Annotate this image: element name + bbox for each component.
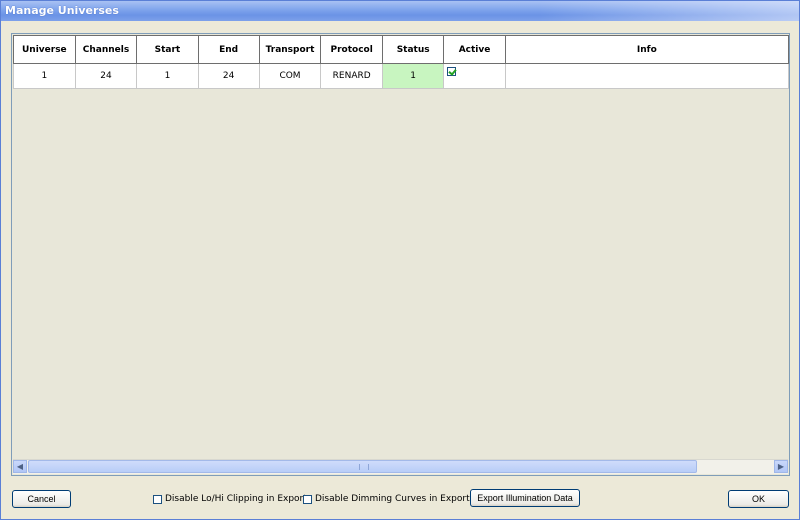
col-header-universe[interactable]: Universe — [13, 35, 76, 64]
title-bar[interactable]: Manage Universes — [1, 1, 799, 21]
title-bar-gradient — [539, 1, 799, 21]
cell-active[interactable] — [443, 63, 506, 89]
disable-dimming-label: Disable Dimming Curves in Export — [315, 494, 470, 504]
table-row[interactable]: 1 24 1 24 COM RENARD 1 — [13, 63, 790, 89]
cancel-button[interactable]: Cancel — [12, 490, 71, 508]
col-header-protocol[interactable]: Protocol — [320, 35, 383, 64]
col-header-transport[interactable]: Transport — [258, 35, 322, 64]
cell-end[interactable]: 24 — [197, 63, 260, 89]
col-header-status[interactable]: Status — [381, 35, 445, 64]
universes-table: Universe Channels Start End Transport Pr… — [13, 35, 790, 89]
universes-grid: Universe Channels Start End Transport Pr… — [11, 33, 790, 476]
export-illumination-button[interactable]: Export Illumination Data — [470, 489, 580, 507]
col-header-info[interactable]: Info — [504, 35, 790, 64]
manage-universes-dialog: Manage Universes Universe Channels Start… — [0, 0, 800, 520]
col-header-end[interactable]: End — [197, 35, 260, 64]
cell-start[interactable]: 1 — [136, 63, 199, 89]
cell-status[interactable]: 1 — [381, 63, 445, 89]
scrollbar-grip-icon — [359, 464, 369, 470]
cell-universe[interactable]: 1 — [13, 63, 76, 89]
header-row: Universe Channels Start End Transport Pr… — [13, 35, 790, 64]
cell-protocol[interactable]: RENARD — [320, 63, 383, 89]
col-header-start[interactable]: Start — [136, 35, 199, 64]
col-header-channels[interactable]: Channels — [74, 35, 138, 64]
col-header-active[interactable]: Active — [443, 35, 506, 64]
checkbox-icon[interactable] — [303, 494, 312, 504]
cell-channels[interactable]: 24 — [74, 63, 138, 89]
ok-button[interactable]: OK — [728, 490, 789, 508]
window-title: Manage Universes — [5, 4, 119, 17]
scrollbar-thumb[interactable] — [28, 460, 697, 473]
chevron-left-icon[interactable]: ◀ — [13, 460, 27, 473]
cell-transport[interactable]: COM — [258, 63, 322, 89]
chevron-right-icon[interactable]: ▶ — [774, 460, 788, 473]
disable-clipping-label: Disable Lo/Hi Clipping in Export — [165, 494, 307, 504]
disable-dimming-checkbox[interactable]: Disable Dimming Curves in Export — [303, 494, 470, 504]
active-checkbox-icon[interactable] — [447, 67, 457, 76]
checkbox-icon[interactable] — [153, 494, 162, 504]
horizontal-scrollbar[interactable]: ◀ ▶ — [13, 459, 788, 474]
disable-clipping-checkbox[interactable]: Disable Lo/Hi Clipping in Export — [153, 494, 307, 504]
cell-info[interactable] — [504, 63, 790, 89]
